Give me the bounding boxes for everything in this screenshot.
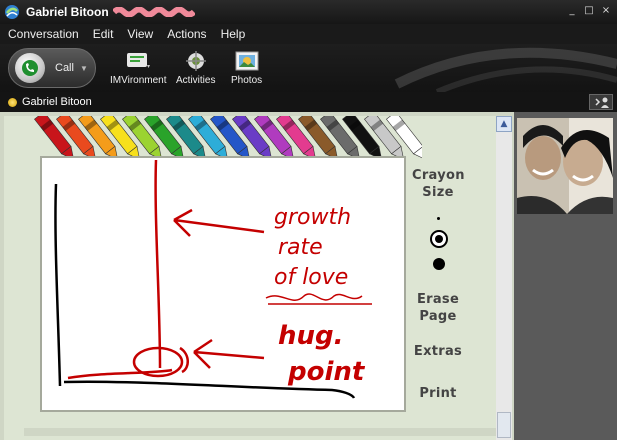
call-button[interactable]: Call ▼ [8,48,96,88]
contact-name[interactable]: Gabriel Bitoon [22,96,92,108]
imvironment-label: IMVironment [110,75,167,86]
print-button[interactable]: Print [412,386,464,403]
scroll-thumb[interactable] [497,412,511,438]
menu-view[interactable]: View [127,27,153,41]
menu-edit[interactable]: Edit [93,27,114,41]
call-label: Call [55,62,74,74]
growth-arrow [173,208,265,237]
person-icon [595,97,609,108]
size-small-option[interactable] [437,217,440,220]
imvironment-icon [127,53,151,68]
photos-button[interactable]: Photos [231,50,262,86]
messenger-icon [5,5,19,19]
scribbled-word-stroke [265,293,372,305]
annotation-love: of love [274,265,348,290]
annotation-point: point [287,357,366,387]
imvironment-button[interactable]: IMVironment [110,50,167,86]
drawing-strokes: growth rate of love hug. point [54,159,372,399]
activities-label: Activities [176,75,216,86]
activities-icon [185,51,206,71]
minimize-button[interactable]: _ [565,4,579,18]
vertical-scrollbar[interactable]: ▲ [496,116,512,440]
crayon-panel: growth rate of love hug. point Crayon Siz… [4,116,496,440]
annotation-growth: growth [274,205,351,230]
contact-photo[interactable] [517,118,613,214]
photos-label: Photos [231,75,263,86]
size-large-option[interactable] [433,258,445,270]
menu-bar: Conversation Edit View Actions Help [0,24,617,44]
photos-icon [235,51,259,71]
extras-button[interactable]: Extras [410,344,466,361]
title-bar: Gabriel Bitoon _ □ × [0,0,617,24]
status-icon [8,97,17,107]
call-dropdown-icon[interactable]: ▼ [80,64,88,73]
decorative-swirl [394,47,617,92]
scroll-up-icon[interactable]: ▲ [496,116,512,132]
activity-stage: growth rate of love hug. point Crayon Siz… [0,112,514,440]
show-contacts-button[interactable] [589,94,613,110]
menu-help[interactable]: Help [221,27,246,41]
display-picture-pane [514,112,617,440]
size-medium-dot [435,235,443,243]
annotation-hug: hug. [278,321,344,351]
drawing-canvas[interactable]: growth rate of love hug. point [40,156,406,412]
activities-button[interactable]: Activities [176,50,215,86]
annotation-rate: rate [278,235,323,260]
maximize-button[interactable]: □ [582,4,596,18]
redacted-scribble [112,7,195,17]
contact-bar: Gabriel Bitoon [0,92,617,112]
panel-bottom-strip [24,428,496,436]
hug-arrow [193,338,265,369]
menu-actions[interactable]: Actions [167,27,206,41]
toolbar: Call ▼ IMVironment Activities Photos [0,44,617,92]
close-button[interactable]: × [599,4,613,18]
y-axis-stroke [54,183,62,387]
phone-icon [15,53,45,83]
red-vertical-stroke [154,159,162,369]
erase-page-button[interactable]: Erase Page [412,292,464,326]
crayon-size-label: Crayon Size [412,168,465,200]
menu-conversation[interactable]: Conversation [8,27,79,41]
window-title: Gabriel Bitoon [26,5,109,19]
